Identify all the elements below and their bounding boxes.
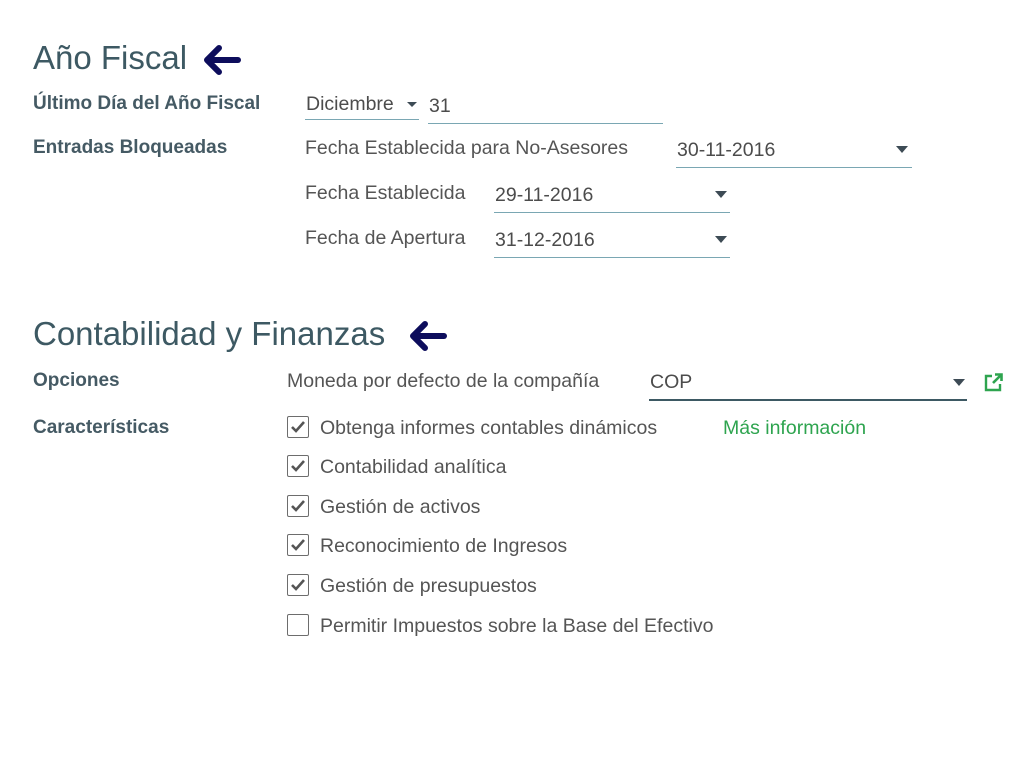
checkmark-icon [291, 500, 305, 512]
feature-label-budget-management: Gestión de presupuestos [320, 575, 537, 597]
checkmark-icon [291, 579, 305, 591]
feature-checkbox-cash-basis-taxes[interactable] [287, 614, 309, 636]
caret-down-icon [715, 191, 727, 198]
options-label: Opciones [33, 370, 120, 391]
non-advisor-lock-date-field[interactable]: 30-11-2016 [676, 136, 912, 168]
caret-down-icon [407, 102, 417, 107]
feature-label-revenue-recognition: Reconocimiento de Ingresos [320, 535, 568, 557]
feature-checkbox-revenue-recognition[interactable] [287, 534, 309, 556]
feature-checkbox-dynamic-reports[interactable] [287, 416, 309, 438]
feature-label-dynamic-reports: Obtenga informes contables dinámicos [320, 417, 658, 439]
features-label: Características [33, 417, 170, 438]
caret-down-icon [953, 379, 965, 386]
lock-date-field[interactable]: 29-11-2016 [494, 181, 730, 213]
accounting-title: Contabilidad y Finanzas [33, 315, 386, 352]
month-select[interactable]: Diciembre [305, 90, 419, 120]
feature-label-analytic-accounting: Contabilidad analítica [320, 456, 507, 478]
fiscal-year-title: Año Fiscal [33, 39, 188, 76]
checkmark-icon [291, 539, 305, 551]
feature-label-cash-basis-taxes: Permitir Impuestos sobre la Base del Efe… [320, 615, 714, 637]
currency-label: Moneda por defecto de la compañía [287, 370, 600, 392]
day-input[interactable]: 31 [428, 92, 663, 124]
last-day-label: Último Día del Año Fiscal [33, 93, 261, 114]
currency-select[interactable]: COP [649, 368, 967, 401]
checkmark-icon [291, 460, 305, 472]
locked-entries-label: Entradas Bloqueadas [33, 137, 228, 158]
feature-checkbox-budget-management[interactable] [287, 574, 309, 596]
caret-down-icon [896, 146, 908, 153]
opening-date-label: Fecha de Apertura [305, 227, 466, 249]
month-value: Diciembre [306, 93, 394, 115]
lock-date-value: 29-11-2016 [495, 184, 594, 206]
external-link-icon[interactable] [982, 372, 1004, 394]
opening-date-value: 31-12-2016 [495, 229, 595, 251]
more-info-link[interactable]: Más información [723, 416, 866, 440]
non-advisor-lock-label: Fecha Establecida para No-Asesores [305, 137, 628, 159]
checkmark-icon [291, 421, 305, 433]
non-advisor-lock-value: 30-11-2016 [677, 139, 776, 161]
feature-checkbox-asset-management[interactable] [287, 495, 309, 517]
arrow-left-icon [410, 321, 447, 351]
opening-date-field[interactable]: 31-12-2016 [494, 226, 730, 258]
arrow-left-icon [204, 45, 241, 75]
feature-label-asset-management: Gestión de activos [320, 496, 481, 518]
lock-date-label: Fecha Establecida [305, 182, 466, 204]
currency-value: COP [650, 371, 693, 393]
day-value: 31 [429, 95, 451, 117]
feature-checkbox-analytic-accounting[interactable] [287, 455, 309, 477]
caret-down-icon [715, 236, 727, 243]
